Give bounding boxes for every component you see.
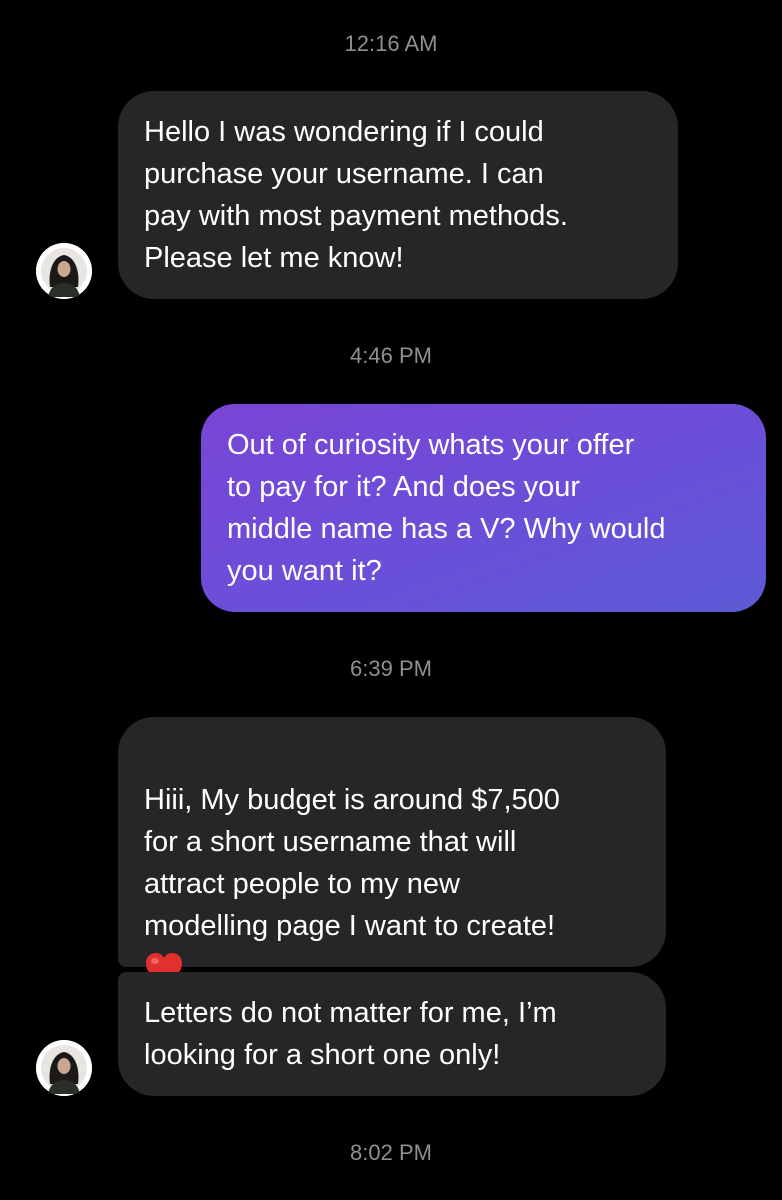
sender-avatar[interactable] (36, 1040, 92, 1096)
avatar-photo-icon (36, 1040, 92, 1096)
incoming-message-bubble[interactable]: Hiii, My budget is around $7,500 for a s… (118, 717, 666, 987)
sender-avatar[interactable] (36, 243, 92, 299)
message-text: Hiii, My budget is around $7,500 for a s… (144, 784, 560, 942)
incoming-message-bubble[interactable]: Hello I was wondering if I could purchas… (118, 91, 678, 299)
timestamp: 6:39 PM (350, 656, 432, 681)
timestamp: 4:46 PM (350, 343, 432, 368)
timestamp: 8:02 PM (350, 1140, 432, 1165)
timestamp: 12:16 AM (344, 31, 438, 56)
outgoing-message-bubble[interactable]: Out of curiosity whats your offer to pay… (201, 404, 766, 612)
avatar-photo-icon (36, 243, 92, 299)
incoming-message-bubble[interactable]: Letters do not matter for me, I’m lookin… (118, 972, 666, 1096)
